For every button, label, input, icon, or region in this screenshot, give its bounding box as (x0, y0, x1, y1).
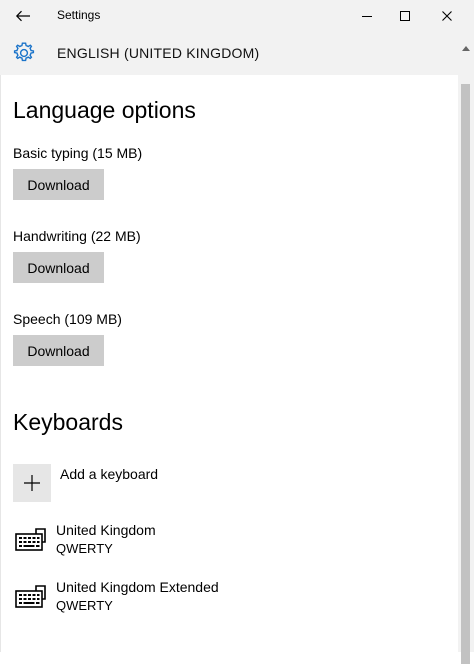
keyboard-item-united-kingdom[interactable]: United Kingdom QWERTY (13, 522, 313, 562)
back-button[interactable] (6, 0, 40, 32)
gear-icon (13, 42, 35, 62)
divider (0, 75, 1, 652)
keyboard-item-united-kingdom-extended[interactable]: United Kingdom Extended QWERTY (13, 579, 313, 619)
minimize-button[interactable] (348, 0, 386, 32)
feature-label-handwriting: Handwriting (22 MB) (13, 228, 141, 244)
download-basic-typing-button[interactable]: Download (13, 169, 104, 200)
keyboard-icon (15, 528, 46, 551)
feature-label-speech: Speech (109 MB) (13, 311, 122, 327)
maximize-icon (400, 11, 410, 21)
maximize-button[interactable] (386, 0, 424, 32)
back-arrow-icon (15, 10, 30, 22)
scrollbar[interactable] (458, 32, 474, 664)
add-keyboard-button[interactable] (13, 464, 51, 502)
section-heading-language-options: Language options (13, 97, 196, 123)
section-heading-keyboards: Keyboards (13, 409, 123, 435)
window-title: Settings (57, 8, 101, 22)
close-button[interactable] (428, 0, 466, 32)
feature-label-basic-typing: Basic typing (15 MB) (13, 145, 143, 161)
download-handwriting-button[interactable]: Download (13, 252, 104, 283)
download-speech-button[interactable]: Download (13, 335, 104, 366)
plus-icon (24, 475, 40, 491)
title-bar: Settings (0, 0, 474, 32)
add-keyboard-label[interactable]: Add a keyboard (60, 466, 158, 482)
keyboard-name: United Kingdom Extended (56, 579, 219, 595)
keyboard-layout: QWERTY (56, 598, 113, 613)
scroll-up-button[interactable] (458, 42, 474, 54)
keyboard-icon (15, 585, 46, 608)
keyboard-name: United Kingdom (56, 522, 156, 538)
scroll-thumb[interactable] (461, 84, 470, 664)
page-header: ENGLISH (UNITED KINGDOM) (0, 32, 474, 75)
chevron-up-icon (462, 46, 470, 51)
minimize-icon (362, 16, 372, 17)
keyboard-layout: QWERTY (56, 541, 113, 556)
close-icon (442, 11, 452, 21)
page-title: ENGLISH (UNITED KINGDOM) (57, 45, 260, 61)
